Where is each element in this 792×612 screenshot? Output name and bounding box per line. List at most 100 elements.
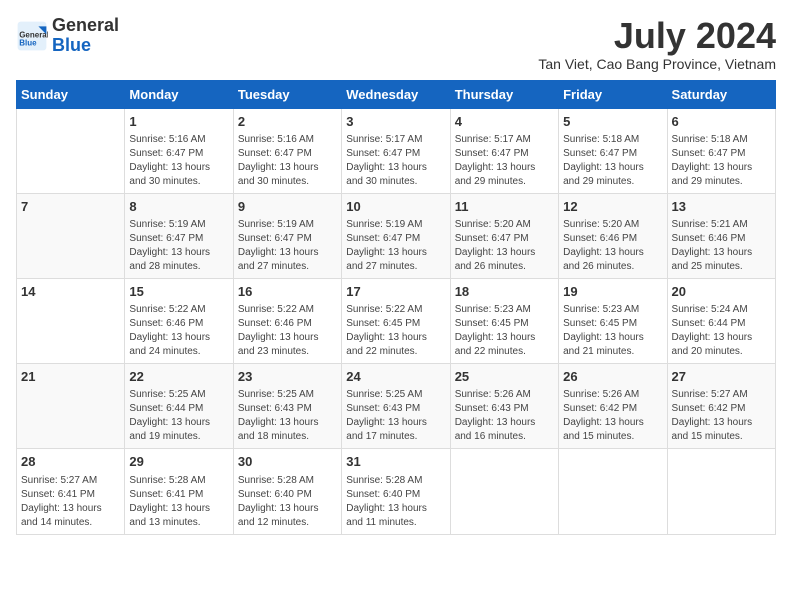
calendar-cell: 2Sunrise: 5:16 AM Sunset: 6:47 PM Daylig… xyxy=(233,108,341,193)
day-detail: Sunrise: 5:28 AM Sunset: 6:41 PM Dayligh… xyxy=(129,474,228,530)
day-detail: Sunrise: 5:22 AM Sunset: 6:46 PM Dayligh… xyxy=(238,303,337,359)
calendar-cell: 31 Sunrise: 5:28 AM Sunset: 6:40 PM Dayli… xyxy=(342,449,450,534)
calendar-cell: 25Sunrise: 5:26 AM Sunset: 6:43 PM Dayli… xyxy=(450,364,558,449)
calendar-cell: 12 Sunrise: 5:20 AM Sunset: 6:46 PM Dayli… xyxy=(559,193,667,278)
day-detail: Sunrise: 5:19 AM Sunset: 6:47 PM Dayligh… xyxy=(129,218,228,274)
day-detail: Sunrise: 5:27 AM Sunset: 6:41 PM Dayligh… xyxy=(21,474,120,530)
svg-text:Blue: Blue xyxy=(19,38,37,47)
calendar-cell xyxy=(450,449,558,534)
day-detail: Sunrise: 5:17 AM Sunset: 6:47 PM Dayligh… xyxy=(346,133,445,189)
day-number: 27 xyxy=(672,368,771,386)
calendar-week-row: 1 Sunrise: 5:16 AM Sunset: 6:47 PM Daylig… xyxy=(17,108,776,193)
day-number: 18 xyxy=(455,283,554,301)
page-header: General Blue General Blue July 2024 Tan … xyxy=(16,16,776,72)
calendar-cell: 8 Sunrise: 5:19 AM Sunset: 6:47 PM Daylig… xyxy=(125,193,233,278)
day-detail: Sunrise: 5:28 AM Sunset: 6:40 PM Dayligh… xyxy=(238,474,337,530)
calendar-cell: 23Sunrise: 5:25 AM Sunset: 6:43 PM Dayli… xyxy=(233,364,341,449)
day-detail: Sunrise: 5:20 AM Sunset: 6:46 PM Dayligh… xyxy=(563,218,662,274)
calendar-week-row: 78 Sunrise: 5:19 AM Sunset: 6:47 PM Dayli… xyxy=(17,193,776,278)
day-number: 10 xyxy=(346,198,445,216)
calendar-cell: 21 xyxy=(17,364,125,449)
day-detail: Sunrise: 5:23 AM Sunset: 6:45 PM Dayligh… xyxy=(563,303,662,359)
day-number: 12 xyxy=(563,198,662,216)
day-detail: Sunrise: 5:17 AM Sunset: 6:47 PM Dayligh… xyxy=(455,133,554,189)
day-detail: Sunrise: 5:25 AM Sunset: 6:43 PM Dayligh… xyxy=(346,388,445,444)
day-number: 11 xyxy=(455,198,554,216)
day-number: 19 xyxy=(563,283,662,301)
calendar-cell: 1 Sunrise: 5:16 AM Sunset: 6:47 PM Daylig… xyxy=(125,108,233,193)
day-number: 8 xyxy=(129,198,228,216)
calendar-cell: 6Sunrise: 5:18 AM Sunset: 6:47 PM Daylig… xyxy=(667,108,775,193)
calendar-cell: 14 xyxy=(17,278,125,363)
header-day-friday: Friday xyxy=(559,80,667,108)
logo-blue-text: Blue xyxy=(52,35,91,55)
day-number: 1 xyxy=(129,113,228,131)
day-detail: Sunrise: 5:25 AM Sunset: 6:44 PM Dayligh… xyxy=(129,388,228,444)
day-number: 26 xyxy=(563,368,662,386)
calendar-cell xyxy=(559,449,667,534)
logo-general-text: General xyxy=(52,15,119,35)
header-day-thursday: Thursday xyxy=(450,80,558,108)
day-detail: Sunrise: 5:27 AM Sunset: 6:42 PM Dayligh… xyxy=(672,388,771,444)
day-number: 31 xyxy=(346,453,445,471)
header-day-sunday: Sunday xyxy=(17,80,125,108)
calendar-cell: 5 Sunrise: 5:18 AM Sunset: 6:47 PM Daylig… xyxy=(559,108,667,193)
day-number: 13 xyxy=(672,198,771,216)
calendar-cell: 15Sunrise: 5:22 AM Sunset: 6:46 PM Dayli… xyxy=(125,278,233,363)
calendar-cell: 30 Sunrise: 5:28 AM Sunset: 6:40 PM Dayli… xyxy=(233,449,341,534)
calendar-week-row: 21 22 Sunrise: 5:25 AM Sunset: 6:44 PM Day… xyxy=(17,364,776,449)
calendar-cell: 17Sunrise: 5:22 AM Sunset: 6:45 PM Dayli… xyxy=(342,278,450,363)
day-number: 30 xyxy=(238,453,337,471)
calendar-week-row: 1415Sunrise: 5:22 AM Sunset: 6:46 PM Day… xyxy=(17,278,776,363)
calendar-cell: 4 Sunrise: 5:17 AM Sunset: 6:47 PM Daylig… xyxy=(450,108,558,193)
day-number: 5 xyxy=(563,113,662,131)
day-detail: Sunrise: 5:26 AM Sunset: 6:42 PM Dayligh… xyxy=(563,388,662,444)
calendar-cell: 22 Sunrise: 5:25 AM Sunset: 6:44 PM Dayli… xyxy=(125,364,233,449)
calendar-cell: 26 Sunrise: 5:26 AM Sunset: 6:42 PM Dayli… xyxy=(559,364,667,449)
calendar-table: SundayMondayTuesdayWednesdayThursdayFrid… xyxy=(16,80,776,535)
calendar-cell xyxy=(667,449,775,534)
calendar-cell: 24 Sunrise: 5:25 AM Sunset: 6:43 PM Dayli… xyxy=(342,364,450,449)
calendar-cell: 29Sunrise: 5:28 AM Sunset: 6:41 PM Dayli… xyxy=(125,449,233,534)
calendar-cell: 10 Sunrise: 5:19 AM Sunset: 6:47 PM Dayli… xyxy=(342,193,450,278)
day-detail: Sunrise: 5:19 AM Sunset: 6:47 PM Dayligh… xyxy=(346,218,445,274)
day-detail: Sunrise: 5:23 AM Sunset: 6:45 PM Dayligh… xyxy=(455,303,554,359)
calendar-cell: 16 Sunrise: 5:22 AM Sunset: 6:46 PM Dayli… xyxy=(233,278,341,363)
calendar-cell: 28 Sunrise: 5:27 AM Sunset: 6:41 PM Dayli… xyxy=(17,449,125,534)
calendar-cell: 3 Sunrise: 5:17 AM Sunset: 6:47 PM Daylig… xyxy=(342,108,450,193)
calendar-body: 1 Sunrise: 5:16 AM Sunset: 6:47 PM Daylig… xyxy=(17,108,776,534)
day-number: 4 xyxy=(455,113,554,131)
header-day-wednesday: Wednesday xyxy=(342,80,450,108)
location-subtitle: Tan Viet, Cao Bang Province, Vietnam xyxy=(538,56,776,72)
calendar-cell: 19 Sunrise: 5:23 AM Sunset: 6:45 PM Dayli… xyxy=(559,278,667,363)
calendar-week-row: 28 Sunrise: 5:27 AM Sunset: 6:41 PM Dayli… xyxy=(17,449,776,534)
calendar-cell: 20Sunrise: 5:24 AM Sunset: 6:44 PM Dayli… xyxy=(667,278,775,363)
day-detail: Sunrise: 5:18 AM Sunset: 6:47 PM Dayligh… xyxy=(563,133,662,189)
day-number: 3 xyxy=(346,113,445,131)
header-day-monday: Monday xyxy=(125,80,233,108)
month-title: July 2024 xyxy=(538,16,776,56)
day-number: 28 xyxy=(21,453,120,471)
day-detail: Sunrise: 5:24 AM Sunset: 6:44 PM Dayligh… xyxy=(672,303,771,359)
day-detail: Sunrise: 5:16 AM Sunset: 6:47 PM Dayligh… xyxy=(129,133,228,189)
day-number: 6 xyxy=(672,113,771,131)
logo: General Blue General Blue xyxy=(16,16,119,56)
day-detail: Sunrise: 5:16 AM Sunset: 6:47 PM Dayligh… xyxy=(238,133,337,189)
day-number: 16 xyxy=(238,283,337,301)
day-detail: Sunrise: 5:26 AM Sunset: 6:43 PM Dayligh… xyxy=(455,388,554,444)
calendar-cell: 18 Sunrise: 5:23 AM Sunset: 6:45 PM Dayli… xyxy=(450,278,558,363)
calendar-cell: 7 xyxy=(17,193,125,278)
day-detail: Sunrise: 5:28 AM Sunset: 6:40 PM Dayligh… xyxy=(346,474,445,530)
calendar-cell: 11 Sunrise: 5:20 AM Sunset: 6:47 PM Dayli… xyxy=(450,193,558,278)
day-number: 24 xyxy=(346,368,445,386)
day-detail: Sunrise: 5:21 AM Sunset: 6:46 PM Dayligh… xyxy=(672,218,771,274)
day-number: 21 xyxy=(21,368,120,386)
day-number: 9 xyxy=(238,198,337,216)
day-detail: Sunrise: 5:25 AM Sunset: 6:43 PM Dayligh… xyxy=(238,388,337,444)
header-day-saturday: Saturday xyxy=(667,80,775,108)
day-number: 22 xyxy=(129,368,228,386)
day-detail: Sunrise: 5:22 AM Sunset: 6:46 PM Dayligh… xyxy=(129,303,228,359)
day-detail: Sunrise: 5:20 AM Sunset: 6:47 PM Dayligh… xyxy=(455,218,554,274)
calendar-cell: 9Sunrise: 5:19 AM Sunset: 6:47 PM Daylig… xyxy=(233,193,341,278)
header-day-tuesday: Tuesday xyxy=(233,80,341,108)
